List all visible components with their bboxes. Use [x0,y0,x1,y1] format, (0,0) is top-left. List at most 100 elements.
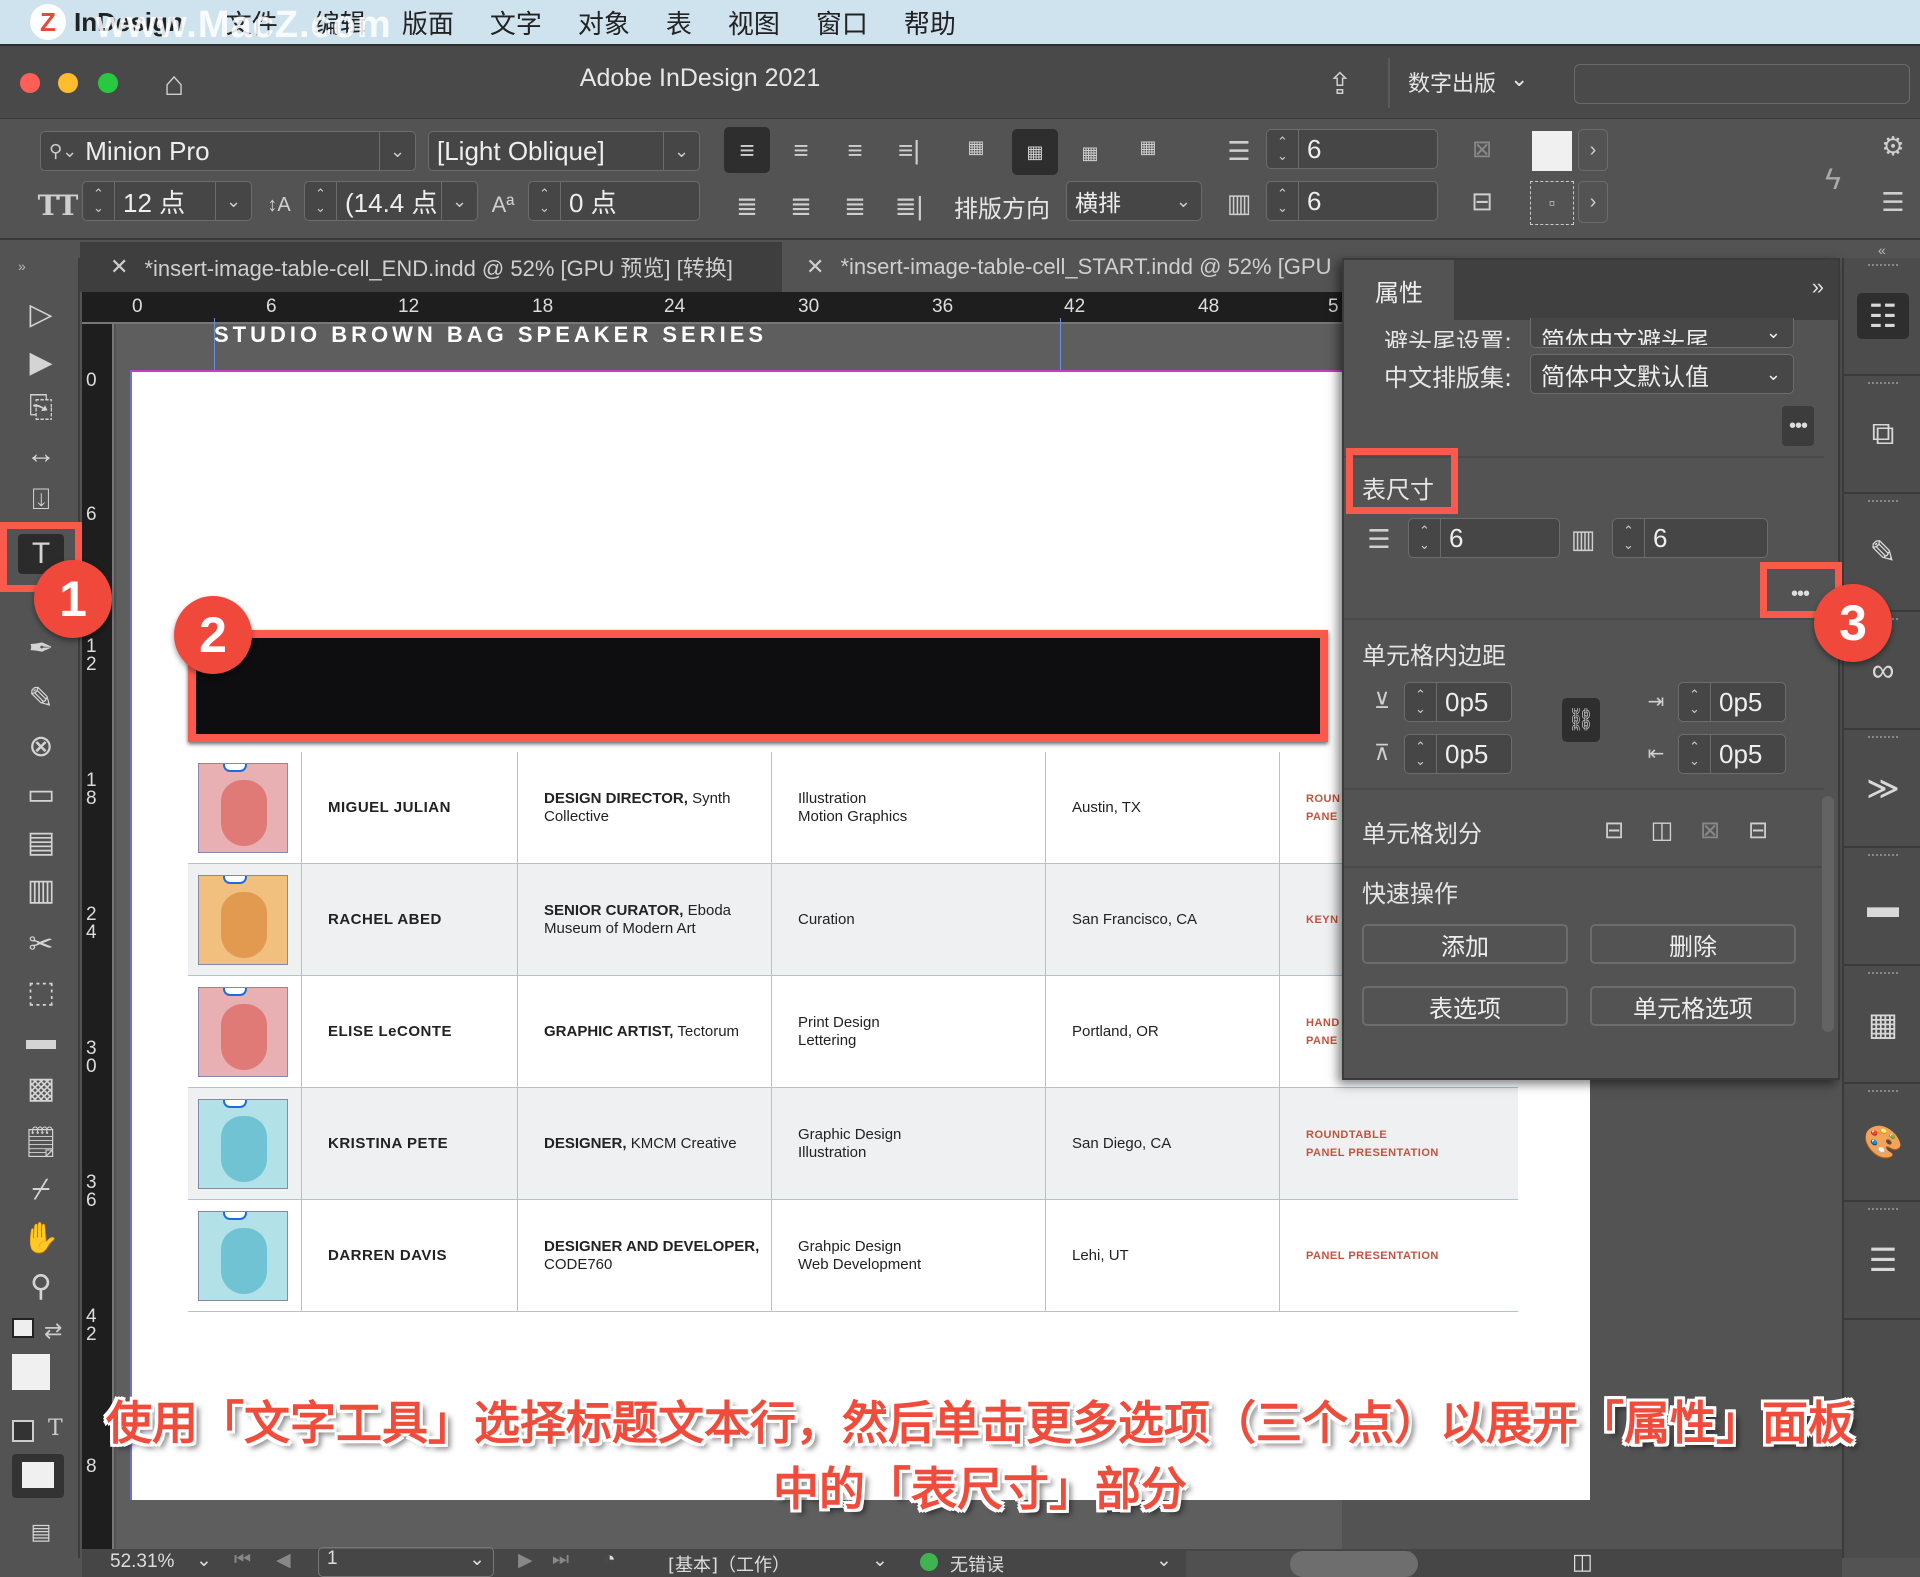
selection-tool-icon[interactable]: ▷ [18,294,64,334]
page-number-field[interactable]: 1 ⌄ [318,1547,494,1577]
table-row[interactable]: MIGUEL JULIAN DESIGN DIRECTOR, Synth Coll… [188,752,1518,864]
dock-swatches[interactable]: ▦ [1844,966,1920,1084]
free-transform-tool-icon[interactable]: ⬚ [18,972,64,1012]
merge-cells-icon[interactable]: ⊠ [1692,812,1728,848]
gradient-swatch-tool-icon[interactable]: ▬ [18,1020,64,1060]
avatar[interactable] [198,1098,288,1189]
table-row[interactable]: DARREN DAVIS DESIGNER AND DEVELOPER, CODE… [188,1200,1518,1312]
pencil-tool-icon[interactable]: ✎ [18,678,64,718]
rectangle-tool-icon[interactable]: ▭ [18,774,64,814]
grid-align-justify-icon[interactable]: ▦ [1128,127,1168,167]
close-tab-icon[interactable]: ✕ [110,254,128,280]
justify-all-icon[interactable]: ≣ [832,183,878,229]
inset-top-field[interactable]: ⌃ ⌄ 0p5 [1404,682,1512,722]
table-tool-icon[interactable]: ▤ [18,822,64,862]
avatar[interactable] [198,1210,288,1301]
stepper-icon[interactable]: ⌃ ⌄ [1679,683,1711,721]
eyedropper-tool-icon[interactable]: ⌿ [18,1170,64,1210]
vertical-ruler[interactable]: 0 6 1 2 1 8 2 4 3 0 3 6 4 2 8 [82,324,114,1549]
inset-bottom-field[interactable]: ⌃ ⌄ 0p5 [1404,734,1512,774]
stepper-icon[interactable]: ⌃ ⌄ [1613,519,1645,557]
more-options-icon[interactable]: ••• [1782,406,1814,446]
fill-color-swatch[interactable] [12,1354,50,1390]
add-button[interactable]: 添加 [1362,924,1568,964]
chevron-down-icon[interactable]: ⌄ [379,132,415,170]
stepper-icon[interactable]: ⌃ ⌄ [305,182,337,220]
dock-paragraph-styles[interactable]: ☰ [1844,1202,1920,1320]
cell-options-button[interactable]: 单元格选项 [1590,986,1796,1026]
swap-colors-icon[interactable]: ⇄ [44,1318,62,1344]
inset-left-field[interactable]: ⌃ ⌄ 0p5 [1678,682,1786,722]
stepper-icon[interactable]: ⌃ ⌄ [1405,683,1437,721]
split-horizontal-icon[interactable]: ⊟ [1596,812,1632,848]
stepper-icon[interactable]: ⌃ ⌄ [1267,130,1299,168]
unmerge-icon[interactable]: ⊟ [1740,812,1776,848]
chevron-down-icon[interactable]: ⌄ [441,182,477,220]
link-insets-icon[interactable]: ⛓ [1562,698,1600,742]
scissors-tool-icon[interactable]: ✂ [18,924,64,964]
zoom-tool-icon[interactable]: ⚲ [18,1266,64,1306]
align-right-icon[interactable]: ≡ [832,127,878,173]
dock-gradient[interactable]: ▬ [1844,848,1920,966]
avatar[interactable] [198,762,288,853]
table-options-button[interactable]: 表选项 [1362,986,1568,1026]
split-vertical-icon[interactable]: ◫ [1644,812,1680,848]
workspace-switcher[interactable]: 数字出版 ⌄ [1408,66,1528,98]
screen-mode-button[interactable] [12,1454,64,1498]
table-rows-field[interactable]: ⌃ ⌄ 6 [1408,518,1560,558]
collapse-icon[interactable]: » [18,258,26,274]
avatar-cell[interactable] [188,864,302,975]
menu-layout[interactable]: 版面 [402,4,454,41]
menu-window[interactable]: 窗口 [816,4,868,41]
font-family-field[interactable]: ⚲⌄ Minion Pro ⌄ [40,131,416,171]
view-mode-icon[interactable]: ▤ [18,1512,64,1552]
rectangle-frame-tool-icon[interactable]: ⊗ [18,726,64,766]
zoom-level[interactable]: 52.31% [110,1551,174,1573]
preflight-icon[interactable]: ◔ [604,1549,615,1571]
avatar-cell[interactable] [188,752,302,863]
avatar[interactable] [198,986,288,1077]
hamburger-menu-icon[interactable]: ☰ [1876,185,1910,219]
first-page-icon[interactable]: ⏮ [234,1549,251,1571]
dock-properties[interactable]: ☷ [1844,258,1920,376]
justify-spine-icon[interactable]: ≣| [886,183,932,229]
last-page-icon[interactable]: ⏭ [552,1549,569,1571]
chevron-down-icon[interactable]: ⌄ [663,132,699,170]
menu-table[interactable]: 表 [666,4,692,41]
columns-field[interactable]: ⌃ ⌄ 6 [1266,181,1438,221]
table-row[interactable]: RACHEL ABED SENIOR CURATOR, Eboda Museum … [188,864,1518,976]
stepper-icon[interactable]: ⌃ ⌄ [1267,182,1299,220]
menu-view[interactable]: 视图 [728,4,780,41]
gap-tool-icon[interactable]: ↔ [18,434,64,474]
expand-dock-icon[interactable]: « [1878,242,1886,258]
merge-cells-icon[interactable]: ⊠ [1462,129,1502,169]
horizontal-scrollbar[interactable] [1186,1551,1418,1577]
default-colors-icon[interactable] [12,1318,34,1338]
page-tool-icon[interactable]: ⎘ [18,388,64,428]
grid-tool-icon[interactable]: ▥ [18,870,64,910]
grid-align-bottom-icon[interactable]: ▦ [1070,133,1110,173]
menu-help[interactable]: 帮助 [904,4,956,41]
split-window-icon[interactable]: ◫ [1572,1549,1593,1575]
justify-center-icon[interactable]: ≣ [778,183,824,229]
quick-apply-icon[interactable]: ϟ [1818,155,1848,205]
share-icon[interactable]: ⇪ [1318,62,1362,106]
panel-scrollbar[interactable] [1822,796,1834,1032]
chevron-down-icon[interactable]: ⌄ [196,1549,212,1572]
split-cell-icon[interactable]: ⊟ [1462,181,1502,221]
justify-left-icon[interactable]: ≣ [724,183,770,229]
stepper-icon[interactable]: ⌃ ⌄ [83,182,115,220]
avatar-cell[interactable] [188,1200,302,1311]
align-center-icon[interactable]: ≡ [778,127,824,173]
preflight-profile[interactable]: [基本]（工作） [668,1551,790,1577]
horizontal-ruler[interactable]: 0 6 12 18 24 30 36 42 48 5 [82,292,1342,324]
grid-align-top-icon[interactable]: ▦ [956,127,996,167]
chevron-right-icon[interactable]: › [1578,129,1608,171]
tab-properties[interactable]: 属性 [1344,260,1454,320]
composition-direction-select[interactable]: 横排 ⌄ [1066,181,1202,221]
mojikumi-select[interactable]: 简体中文默认值 ⌄ [1530,354,1794,394]
stepper-icon[interactable]: ⌃ ⌄ [1405,735,1437,773]
next-page-icon[interactable]: ▶ [518,1549,533,1572]
selected-header-row[interactable] [188,630,1328,742]
avatar-cell[interactable] [188,976,302,1087]
